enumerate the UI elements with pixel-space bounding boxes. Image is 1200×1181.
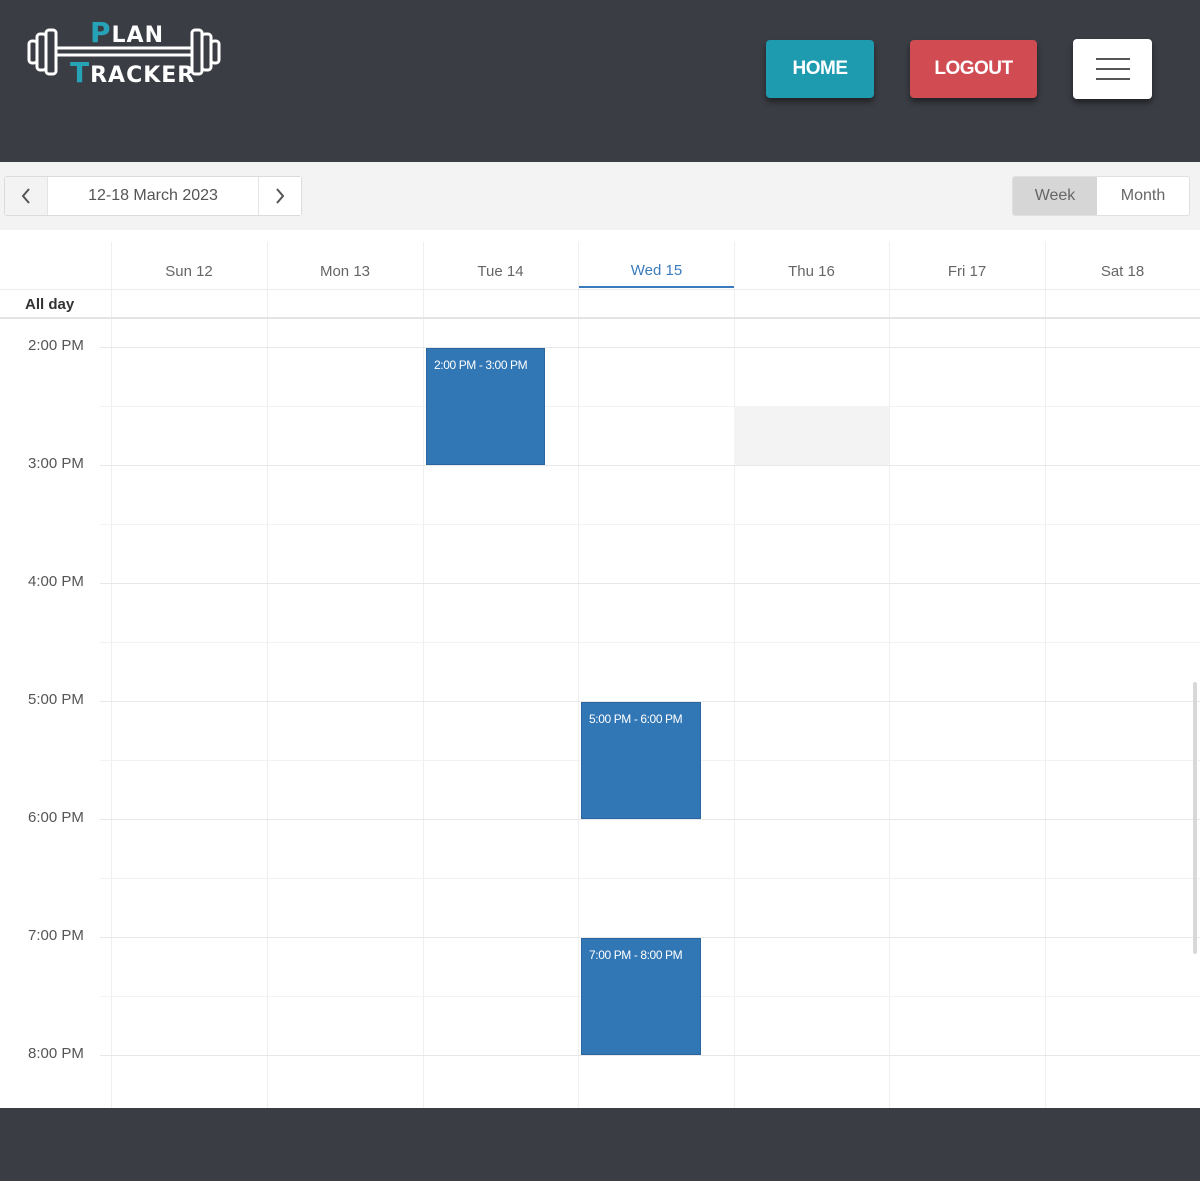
calendar-toolbar: 12-18 March 2023 Week Month bbox=[0, 162, 1200, 230]
chevron-left-icon bbox=[21, 188, 30, 204]
time-label: 8:00 PM bbox=[28, 1045, 84, 1062]
calendar-event[interactable]: 2:00 PM - 3:00 PM bbox=[426, 348, 545, 465]
calendar-event[interactable]: 5:00 PM - 6:00 PM bbox=[581, 702, 701, 819]
app-header: PLAN TRACKER HOME LOGOUT bbox=[0, 0, 1200, 162]
column-divider bbox=[111, 242, 112, 1108]
all-day-divider bbox=[0, 317, 1200, 319]
time-label: 6:00 PM bbox=[28, 809, 84, 826]
hamburger-icon-bar bbox=[1095, 78, 1130, 80]
hamburger-icon bbox=[1095, 58, 1130, 60]
calendar-scrollbar[interactable] bbox=[1193, 682, 1197, 954]
header-divider bbox=[0, 289, 1200, 290]
hour-line bbox=[100, 347, 1200, 348]
chevron-right-icon bbox=[276, 188, 285, 204]
hour-line bbox=[100, 583, 1200, 584]
time-label: 2:00 PM bbox=[28, 337, 84, 354]
hour-line bbox=[100, 819, 1200, 820]
time-label: 4:00 PM bbox=[28, 573, 84, 590]
half-hour-line bbox=[100, 878, 1200, 879]
half-hour-line bbox=[100, 642, 1200, 643]
half-hour-line bbox=[100, 406, 1200, 407]
calendar-event[interactable]: 7:00 PM - 8:00 PM bbox=[581, 938, 701, 1055]
day-header-sat[interactable]: Sat 18 bbox=[1045, 255, 1200, 288]
logo-tracker-text: TRACKER bbox=[70, 56, 196, 89]
plan-tracker-logo[interactable]: PLAN TRACKER bbox=[26, 16, 226, 89]
week-view-button[interactable]: Week bbox=[1013, 177, 1097, 215]
time-label: 5:00 PM bbox=[28, 691, 84, 708]
hour-line bbox=[100, 1055, 1200, 1056]
time-label: 3:00 PM bbox=[28, 455, 84, 472]
column-divider bbox=[423, 242, 424, 1108]
logout-button[interactable]: LOGOUT bbox=[910, 40, 1037, 98]
highlighted-time-slot[interactable] bbox=[734, 407, 889, 465]
day-header-wed[interactable]: Wed 15 bbox=[579, 255, 734, 288]
day-header-sun[interactable]: Sun 12 bbox=[111, 255, 267, 288]
app-footer bbox=[0, 1108, 1200, 1181]
day-header-thu[interactable]: Thu 16 bbox=[734, 255, 889, 288]
home-button[interactable]: HOME bbox=[766, 40, 874, 98]
menu-toggle-button[interactable] bbox=[1073, 39, 1152, 99]
date-range-label[interactable]: 12-18 March 2023 bbox=[47, 177, 259, 215]
date-navigator: 12-18 March 2023 bbox=[4, 176, 302, 216]
half-hour-line bbox=[100, 524, 1200, 525]
day-header-fri[interactable]: Fri 17 bbox=[889, 255, 1045, 288]
time-label: 7:00 PM bbox=[28, 927, 84, 944]
column-divider bbox=[578, 242, 579, 1108]
column-divider bbox=[267, 242, 268, 1108]
week-calendar: 12-18 March 2023 Week Month Sun 12 Mon 1… bbox=[0, 162, 1200, 1108]
day-header-tue[interactable]: Tue 14 bbox=[423, 255, 578, 288]
column-divider bbox=[1045, 242, 1046, 1108]
column-divider bbox=[889, 242, 890, 1108]
month-view-button[interactable]: Month bbox=[1097, 177, 1189, 215]
day-header-mon[interactable]: Mon 13 bbox=[267, 255, 423, 288]
column-divider bbox=[734, 242, 735, 1108]
logo-plan-text: PLAN bbox=[90, 16, 164, 49]
previous-week-button[interactable] bbox=[5, 177, 47, 215]
view-switcher: Week Month bbox=[1012, 176, 1190, 216]
hamburger-icon-bar bbox=[1095, 68, 1130, 70]
hour-line bbox=[100, 465, 1200, 466]
next-week-button[interactable] bbox=[259, 177, 301, 215]
all-day-label: All day bbox=[25, 296, 75, 313]
